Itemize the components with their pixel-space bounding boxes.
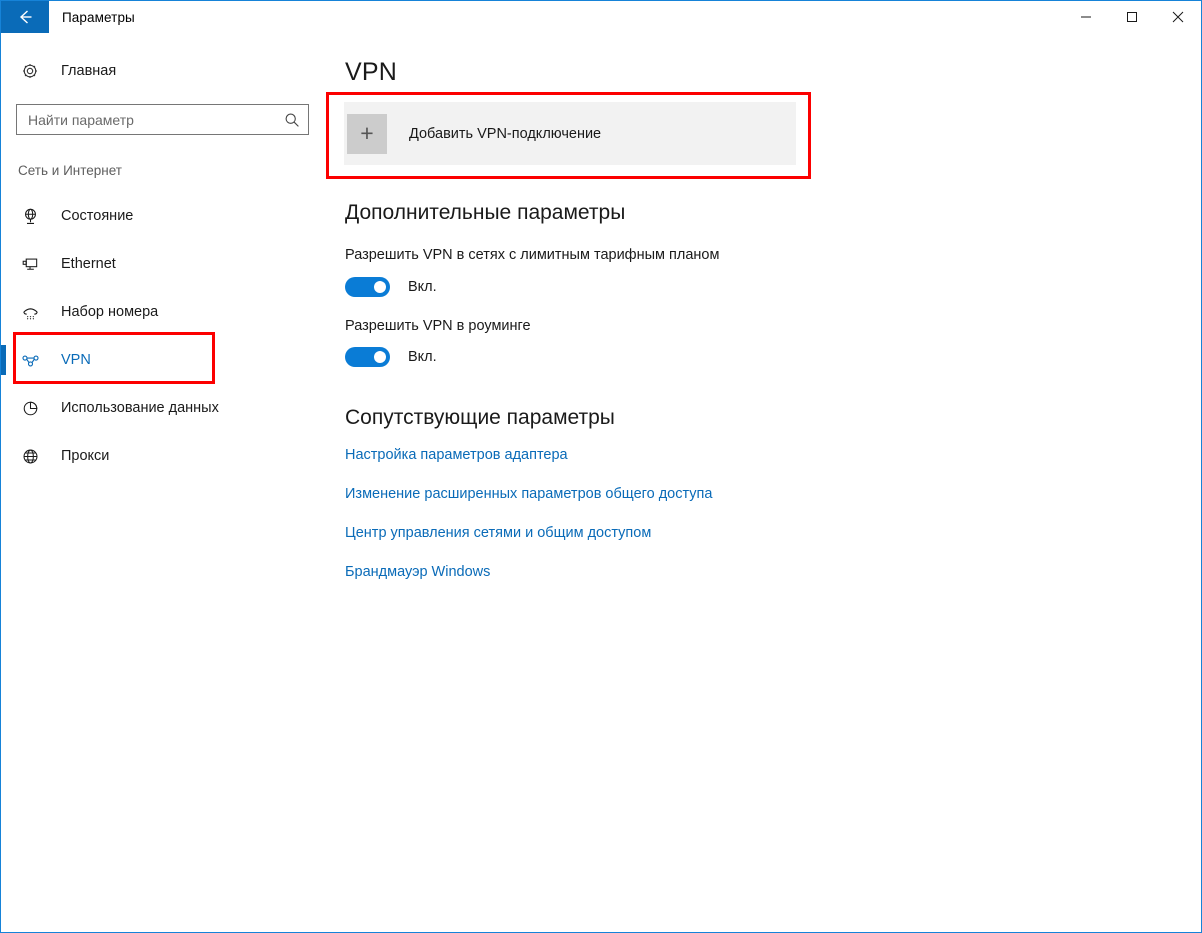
- add-vpn-connection-label: Добавить VPN-подключение: [409, 125, 602, 142]
- ethernet-icon: [18, 255, 42, 274]
- switch-knob: [374, 281, 386, 293]
- sidebar-item-data-usage-label: Использование данных: [61, 400, 219, 416]
- minimize-icon: [1081, 16, 1091, 18]
- metered-vpn-toggle[interactable]: Вкл.: [345, 277, 437, 297]
- related-settings-links: Настройка параметров адаптера Изменение …: [345, 447, 712, 603]
- metered-vpn-state: Вкл.: [408, 279, 437, 295]
- sidebar-item-vpn[interactable]: VPN: [1, 336, 327, 384]
- add-vpn-connection-button[interactable]: + Добавить VPN-подключение: [344, 102, 796, 165]
- maximize-button[interactable]: [1109, 1, 1155, 33]
- caption-buttons: [1063, 1, 1201, 33]
- roaming-vpn-state: Вкл.: [408, 349, 437, 365]
- metered-vpn-switch[interactable]: [345, 277, 390, 297]
- dial-up-phone-icon: [18, 303, 42, 322]
- sidebar-item-vpn-label: VPN: [61, 352, 91, 368]
- switch-knob: [374, 351, 386, 363]
- sidebar-item-proxy-label: Прокси: [61, 448, 110, 464]
- main-content: VPN + Добавить VPN-подключение Дополните…: [327, 33, 1200, 931]
- sidebar-item-ethernet-label: Ethernet: [61, 256, 116, 272]
- sidebar-item-dialup-label: Набор номера: [61, 304, 159, 320]
- gear-icon: [18, 62, 42, 80]
- sidebar-item-ethernet[interactable]: Ethernet: [2, 240, 327, 288]
- sidebar-item-dialup[interactable]: Набор номера: [2, 288, 327, 336]
- back-arrow-icon: [19, 10, 32, 24]
- globe-proxy-icon: [18, 447, 42, 466]
- search-button[interactable]: [276, 105, 308, 134]
- maximize-icon: [1127, 12, 1137, 22]
- sidebar-nav-list: Состояние Ethernet Набор номера VPN Испо…: [1, 192, 327, 480]
- vpn-icon: [18, 351, 42, 370]
- data-usage-pie-icon: [18, 399, 42, 418]
- link-sharing-options[interactable]: Изменение расширенных параметров общего …: [345, 486, 712, 502]
- sidebar-item-data-usage[interactable]: Использование данных: [2, 384, 327, 432]
- sidebar-item-home[interactable]: Главная: [2, 53, 327, 89]
- sidebar-item-proxy[interactable]: Прокси: [2, 432, 327, 480]
- link-network-sharing-center[interactable]: Центр управления сетями и общим доступом: [345, 525, 712, 541]
- roaming-vpn-label: Разрешить VPN в роуминге: [345, 318, 531, 334]
- search-input[interactable]: [17, 105, 276, 134]
- sidebar-item-status-label: Состояние: [61, 208, 134, 224]
- titlebar: Параметры: [1, 1, 1201, 33]
- advanced-settings-heading: Дополнительные параметры: [345, 201, 626, 224]
- minimize-button[interactable]: [1063, 1, 1109, 33]
- roaming-vpn-toggle[interactable]: Вкл.: [345, 347, 437, 367]
- related-settings-heading: Сопутствующие параметры: [345, 406, 615, 429]
- sidebar-item-home-label: Главная: [61, 63, 117, 79]
- link-windows-firewall[interactable]: Брандмауэр Windows: [345, 564, 712, 580]
- metered-vpn-label: Разрешить VPN в сетях с лимитным тарифны…: [345, 247, 720, 263]
- link-adapter-settings[interactable]: Настройка параметров адаптера: [345, 447, 712, 463]
- page-title: VPN: [345, 58, 398, 86]
- search-box[interactable]: [16, 104, 309, 135]
- window-title: Параметры: [62, 9, 135, 25]
- sidebar: Главная Сеть и Интернет: [1, 33, 327, 931]
- plus-icon: +: [347, 113, 387, 154]
- network-status-icon: [18, 207, 42, 226]
- search-icon: [285, 113, 299, 127]
- close-button[interactable]: [1155, 1, 1201, 33]
- roaming-vpn-switch[interactable]: [345, 347, 390, 367]
- close-icon: [1172, 11, 1184, 23]
- back-button[interactable]: [1, 1, 49, 33]
- sidebar-group-label: Сеть и Интернет: [18, 163, 122, 178]
- sidebar-item-status[interactable]: Состояние: [2, 192, 327, 240]
- settings-window: Параметры Главная Найти параметр Сеть и …: [0, 0, 1202, 933]
